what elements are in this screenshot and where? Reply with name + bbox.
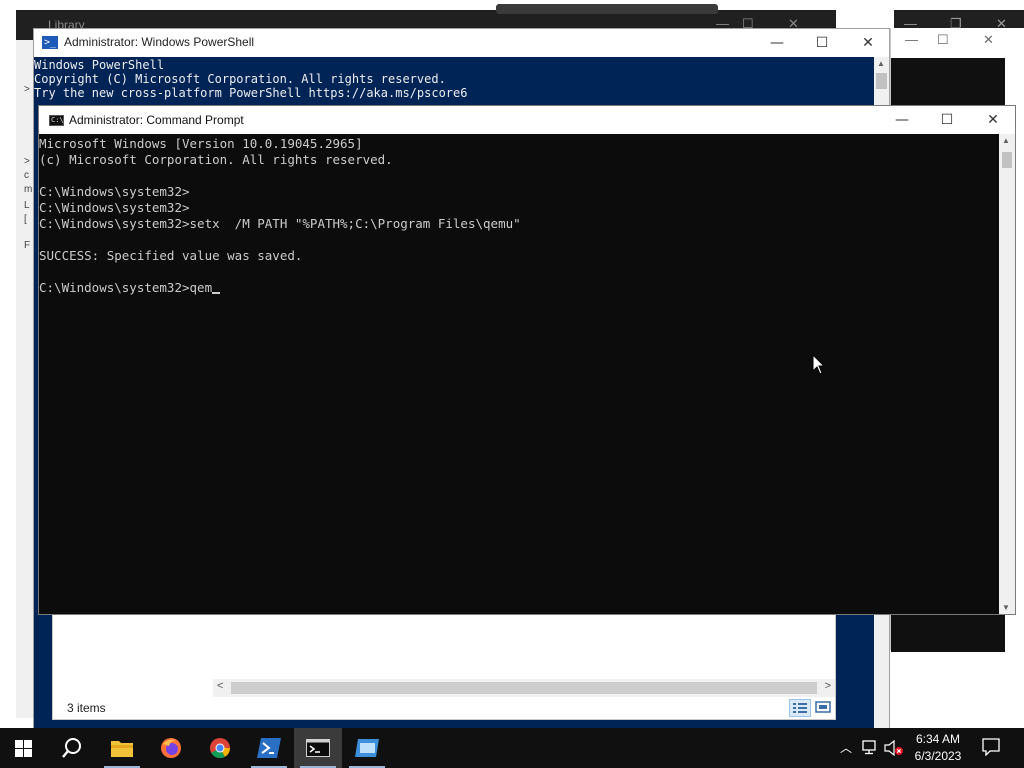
cmd-prompt: C:\Windows\system32> <box>39 280 190 295</box>
large-icons-view-icon[interactable] <box>815 699 833 717</box>
cmd-maximize-button[interactable]: ☐ <box>932 110 962 130</box>
cmd-vertical-scrollbar[interactable]: ▲ ▼ <box>999 134 1015 614</box>
cmd-icon <box>306 739 330 757</box>
network-icon[interactable] <box>862 740 880 755</box>
folder-icon <box>111 741 133 757</box>
right-window-minimize-button[interactable]: — <box>905 32 918 47</box>
console-line: Try the new cross-platform PowerShell ht… <box>34 86 468 100</box>
cmd-minimize-button[interactable]: — <box>887 110 917 130</box>
cmd-typed-input[interactable]: qem <box>190 280 213 295</box>
powershell-title: Administrator: Windows PowerShell <box>64 35 255 49</box>
windows-logo-icon <box>15 740 32 757</box>
console-line: C:\Windows\system32> <box>39 184 190 199</box>
left-pane-glyph: [ <box>24 214 27 225</box>
explorer-horizontal-scrollbar[interactable]: < > <box>213 679 835 697</box>
taskbar: ︿ 6:34 AM 6/3/2023 <box>0 728 1024 768</box>
taskbar-command-prompt[interactable] <box>294 728 342 768</box>
left-pane-glyph: L <box>24 200 30 211</box>
powershell-icon: >_ <box>42 36 58 49</box>
left-pane-glyph: c <box>24 170 29 181</box>
console-line: SUCCESS: Specified value was saved. <box>39 248 303 263</box>
mouse-pointer-icon <box>812 354 826 375</box>
console-line: C:\Windows\system32>setx /M PATH "%PATH%… <box>39 216 521 231</box>
powershell-minimize-button[interactable]: — <box>762 33 792 53</box>
cmd-console-output[interactable]: Microsoft Windows [Version 10.0.19045.29… <box>39 136 1001 614</box>
command-prompt-window[interactable]: C:\ Administrator: Command Prompt — ☐ ✕ … <box>38 105 1016 615</box>
left-pane-glyph: > <box>24 84 30 95</box>
scroll-up-arrow-icon[interactable]: ▲ <box>1002 136 1010 145</box>
background-tab-strip <box>496 4 718 14</box>
scrollbar-thumb[interactable] <box>231 682 817 694</box>
chevron-up-icon[interactable]: ︿ <box>840 739 852 756</box>
console-line: Copyright (C) Microsoft Corporation. All… <box>34 72 446 86</box>
window-app-icon <box>355 739 379 757</box>
powershell-icon <box>257 738 281 758</box>
scroll-up-arrow-icon[interactable]: ▲ <box>877 59 885 68</box>
left-pane-glyph: F <box>24 240 31 251</box>
clock-time: 6:34 AM <box>915 732 961 746</box>
volume-muted-icon[interactable] <box>884 740 904 756</box>
explorer-item-count: 3 items <box>67 701 106 715</box>
console-line: C:\Windows\system32> <box>39 200 190 215</box>
left-pane-glyph: > <box>24 156 30 167</box>
scrollbar-thumb[interactable] <box>876 73 887 89</box>
search-icon <box>62 738 81 758</box>
firefox-icon <box>161 738 181 758</box>
cmd-close-button[interactable]: ✕ <box>978 110 1008 130</box>
scrollbar-thumb[interactable] <box>1002 152 1012 168</box>
left-pane-glyph: m <box>24 184 33 195</box>
taskbar-chrome[interactable] <box>196 728 244 768</box>
chrome-icon <box>210 738 231 759</box>
powershell-maximize-button[interactable]: ☐ <box>807 33 837 53</box>
taskbar-firefox[interactable] <box>147 728 195 768</box>
cmd-icon: C:\ <box>49 115 64 126</box>
text-cursor <box>212 292 221 294</box>
details-view-icon[interactable] <box>789 699 811 717</box>
cmd-titlebar[interactable]: C:\ Administrator: Command Prompt — ☐ ✕ <box>39 106 1015 134</box>
notification-center-icon[interactable] <box>982 738 1000 756</box>
clock-date: 6/3/2023 <box>914 749 962 763</box>
taskbar-powershell[interactable] <box>245 728 293 768</box>
console-line: Windows PowerShell <box>34 58 165 72</box>
taskbar-window-app[interactable] <box>343 728 391 768</box>
scroll-left-arrow-icon[interactable]: < <box>217 680 223 692</box>
taskbar-file-explorer[interactable] <box>98 728 146 768</box>
search-button[interactable] <box>48 728 96 768</box>
cmd-input-line[interactable]: C:\Windows\system32>qem <box>39 280 1001 296</box>
powershell-titlebar[interactable]: >_ Administrator: Windows PowerShell — ☐… <box>34 29 889 57</box>
start-button[interactable] <box>0 728 48 768</box>
system-clock[interactable]: 6:34 AM 6/3/2023 <box>908 731 968 765</box>
cmd-title: Administrator: Command Prompt <box>69 113 244 127</box>
console-line: Microsoft Windows [Version 10.0.19045.29… <box>39 136 363 151</box>
right-window-close-button[interactable]: ✕ <box>983 32 994 48</box>
scroll-right-arrow-icon[interactable]: > <box>825 680 831 692</box>
console-line: (c) Microsoft Corporation. All rights re… <box>39 152 393 167</box>
scroll-down-arrow-icon[interactable]: ▼ <box>1002 603 1010 612</box>
right-window-maximize-button[interactable]: ☐ <box>937 32 949 48</box>
powershell-close-button[interactable]: ✕ <box>853 33 883 53</box>
